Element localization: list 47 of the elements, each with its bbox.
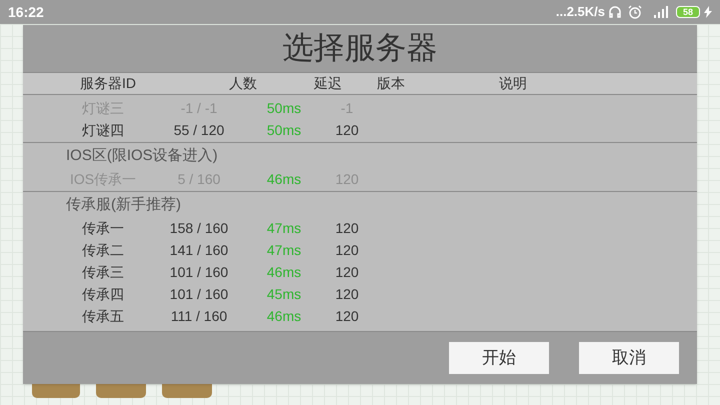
server-row[interactable]: 传承二 141 / 160 47ms 120 [23,239,697,261]
server-row[interactable]: 传承三 101 / 160 46ms 120 [23,261,697,283]
latency: 45ms [266,284,302,304]
group-header: 传承服(新手推荐) [66,195,181,216]
column-header: 延迟 [314,74,342,93]
column-header: 说明 [499,74,527,93]
version: 120 [334,120,360,140]
server-name: 传承四 [81,284,125,304]
latency: 47ms [266,218,302,238]
network-speed: ...2.5K/s [556,3,605,22]
latency: 50ms [266,98,302,118]
column-header: 版本 [377,74,405,93]
version: 120 [334,306,360,326]
latency: 46ms [266,306,302,326]
server-name: 传承五 [81,306,125,326]
dialog-button[interactable]: 取消 [579,342,679,374]
latency: 46ms [266,170,302,188]
server-name: 传承二 [81,240,125,260]
headphones-icon [608,5,622,19]
server-row[interactable]: 传承四 101 / 160 45ms 120 [23,283,697,305]
dialog-title: 选择服务器 [282,29,438,68]
server-row[interactable]: 传承一 158 / 160 47ms 120 [23,217,697,239]
latency: 46ms [266,262,302,282]
player-count: 158 / 160 [168,218,230,238]
server-name: 传承一 [81,218,125,238]
player-count: 111 / 160 [170,306,228,326]
version: 120 [334,240,360,260]
clock: 16:22 [8,2,44,22]
dialog-button[interactable]: 开始 [449,342,549,374]
server-name: 传承三 [81,262,125,282]
alarm-icon [628,5,642,19]
group-header: IOS区(限IOS设备进入) [66,146,218,166]
server-row[interactable]: 灯谜四 55 / 120 50ms 120 [23,119,697,141]
column-header: 服务器ID [80,74,136,93]
server-name: 灯谜四 [81,120,125,140]
version: 120 [334,262,360,282]
version: 120 [334,284,360,304]
column-header: 人数 [229,74,257,93]
battery-level: 58 [682,8,693,16]
latency: 47ms [266,240,302,260]
player-count: 141 / 160 [168,240,230,260]
player-count: 101 / 160 [168,284,230,304]
player-count: 101 / 160 [168,262,230,282]
server-row[interactable]: 传承五 111 / 160 46ms 120 [23,305,697,327]
latency: 50ms [266,120,302,140]
version: 120 [334,218,360,238]
player-count: 55 / 120 [172,120,226,140]
